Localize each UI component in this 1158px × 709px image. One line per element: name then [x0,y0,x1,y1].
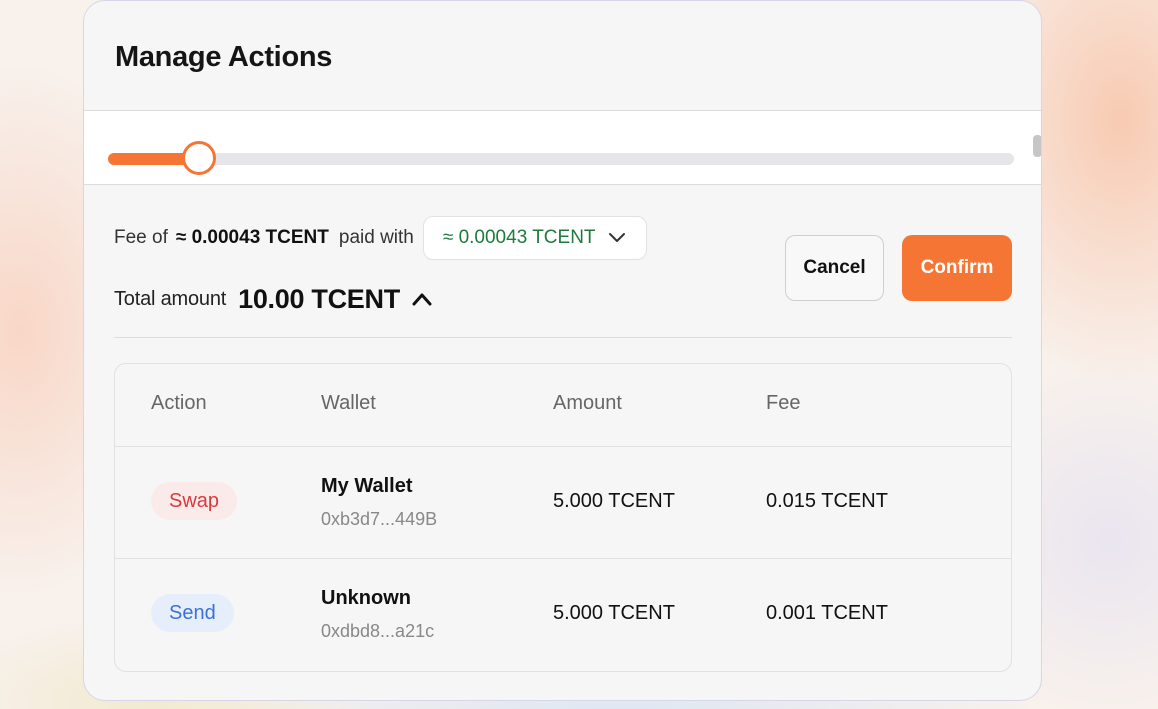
manage-actions-modal: Manage Actions Fee of ≈ 0.00043 TCENT pa… [83,0,1042,701]
table-row: Swap My Wallet 0xb3d7...449B 5.000 TCENT… [115,447,1011,559]
total-value: 10.00 TCENT [238,283,400,314]
progress-slider [84,111,1041,185]
paid-with-label: paid with [338,227,414,248]
fee-cell: 0.015 TCENT [766,490,888,512]
cancel-button[interactable]: Cancel [785,235,884,301]
amount-cell: 5.000 TCENT [553,490,675,512]
wallet-name: My Wallet [321,475,413,497]
divider [114,337,1012,338]
column-header-wallet: Wallet [321,392,376,414]
fee-row: Fee of ≈ 0.00043 TCENT paid with ≈ 0.000… [114,215,647,261]
action-badge-swap: Swap [151,482,238,520]
chevron-down-icon [608,233,625,242]
fee-cell: 0.001 TCENT [766,602,888,624]
fee-label: Fee of [114,227,168,248]
total-label: Total amount [114,287,227,310]
actions-table: Action Wallet Amount Fee Swap My Wallet … [114,363,1012,672]
wallet-name: Unknown [321,587,411,609]
column-header-amount: Amount [553,392,622,414]
fee-value: ≈ 0.00043 TCENT [175,227,329,248]
table-header: Action Wallet Amount Fee [115,364,1011,447]
total-row: Total amount 10.00 TCENT [114,280,432,318]
column-header-fee: Fee [766,392,801,414]
slider-thumb[interactable] [181,141,216,175]
modal-title: Manage Actions [115,41,333,73]
fee-token-select[interactable]: ≈ 0.00043 TCENT [422,216,647,260]
confirm-button[interactable]: Confirm [902,235,1012,301]
modal-header: Manage Actions [84,1,1041,111]
chevron-up-icon[interactable] [412,292,432,306]
wallet-address: 0xdbd8...a21c [321,621,435,641]
table-row: Send Unknown 0xdbd8...a21c 5.000 TCENT 0… [115,559,1011,671]
scrollbar-thumb[interactable] [1033,135,1041,157]
slider-track[interactable] [108,153,1014,165]
wallet-address: 0xb3d7...449B [321,509,438,529]
amount-cell: 5.000 TCENT [553,602,675,624]
column-header-action: Action [151,392,207,414]
fee-token-selected: ≈ 0.00043 TCENT [442,227,596,248]
action-badge-send: Send [151,594,234,632]
